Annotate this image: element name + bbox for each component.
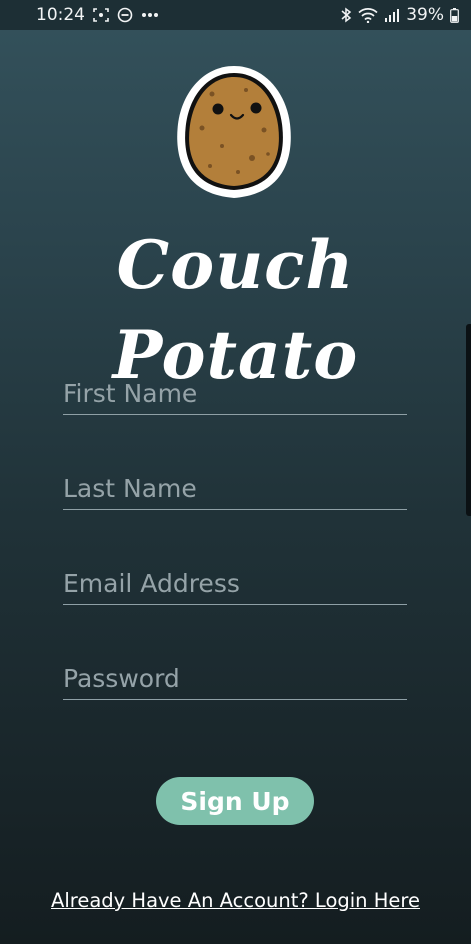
- battery-icon: [450, 7, 459, 23]
- battery-percent: 39%: [406, 5, 444, 25]
- password-field[interactable]: [63, 659, 407, 700]
- wifi-icon: [358, 7, 378, 23]
- status-right: 39%: [340, 5, 459, 25]
- password-input[interactable]: [63, 659, 407, 697]
- status-left: 10:24: [36, 5, 159, 25]
- last-name-field[interactable]: [63, 469, 407, 510]
- first-name-input[interactable]: [63, 374, 407, 412]
- login-link[interactable]: Already Have An Account? Login Here: [0, 889, 471, 912]
- potato-logo: [172, 62, 296, 202]
- signal-icon: [384, 8, 400, 22]
- signup-screen: 10:24 39% Couch Potato First Name Last N…: [0, 0, 471, 944]
- app-title: Couch Potato: [112, 226, 359, 394]
- more-dots-icon: [141, 12, 159, 18]
- bluetooth-icon: [340, 7, 352, 23]
- do-not-disturb-icon: [117, 7, 133, 23]
- email-input[interactable]: [63, 564, 407, 602]
- last-name-input[interactable]: [63, 469, 407, 507]
- screenshot-icon: [93, 8, 109, 22]
- status-time: 10:24: [36, 5, 85, 25]
- first-name-field[interactable]: [63, 374, 407, 415]
- email-field[interactable]: [63, 564, 407, 605]
- status-bar: 10:24 39%: [0, 0, 471, 30]
- sign-up-button[interactable]: Sign Up: [156, 777, 314, 825]
